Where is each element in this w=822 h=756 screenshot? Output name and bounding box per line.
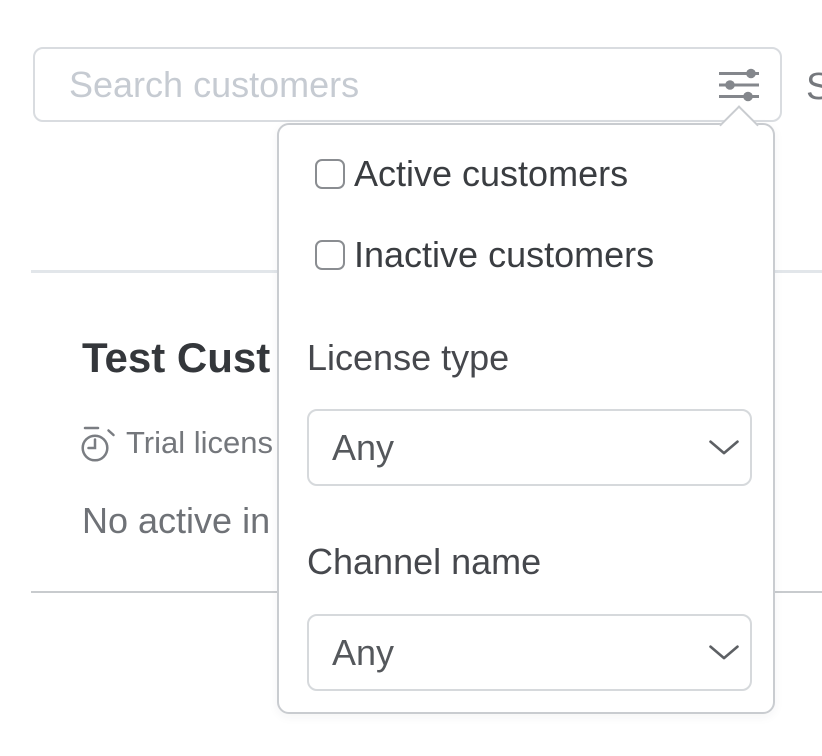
search-input[interactable] (35, 49, 780, 120)
channel-name-value: Any (332, 632, 394, 674)
active-customers-row[interactable]: Active customers (315, 156, 628, 192)
trial-license-badge: Trial licens (79, 424, 273, 462)
inactive-customers-checkbox[interactable] (315, 240, 345, 270)
active-customers-label: Active customers (354, 153, 628, 195)
chevron-down-icon (708, 439, 740, 456)
inactive-customers-label: Inactive customers (354, 234, 654, 276)
channel-name-label: Channel name (307, 541, 541, 583)
stopwatch-icon (79, 424, 119, 462)
inactive-customers-row[interactable]: Inactive customers (315, 237, 654, 273)
license-type-label: License type (307, 337, 509, 379)
customers-page: S Test Cust Trial licens No active in Ac… (0, 0, 822, 756)
filter-button[interactable] (714, 62, 764, 108)
channel-name-select[interactable]: Any (307, 614, 752, 691)
sliders-icon (718, 68, 760, 102)
trial-license-text: Trial licens (126, 425, 273, 461)
search-box (33, 47, 782, 122)
filter-popover: Active customers Inactive customers Lice… (277, 123, 775, 714)
clipped-right-label: S (806, 66, 822, 109)
license-type-select[interactable]: Any (307, 409, 752, 486)
customer-name-heading: Test Cust (82, 334, 270, 382)
customer-status-text: No active in (82, 500, 270, 542)
active-customers-checkbox[interactable] (315, 159, 345, 189)
chevron-down-icon (708, 644, 740, 661)
license-type-value: Any (332, 427, 394, 469)
